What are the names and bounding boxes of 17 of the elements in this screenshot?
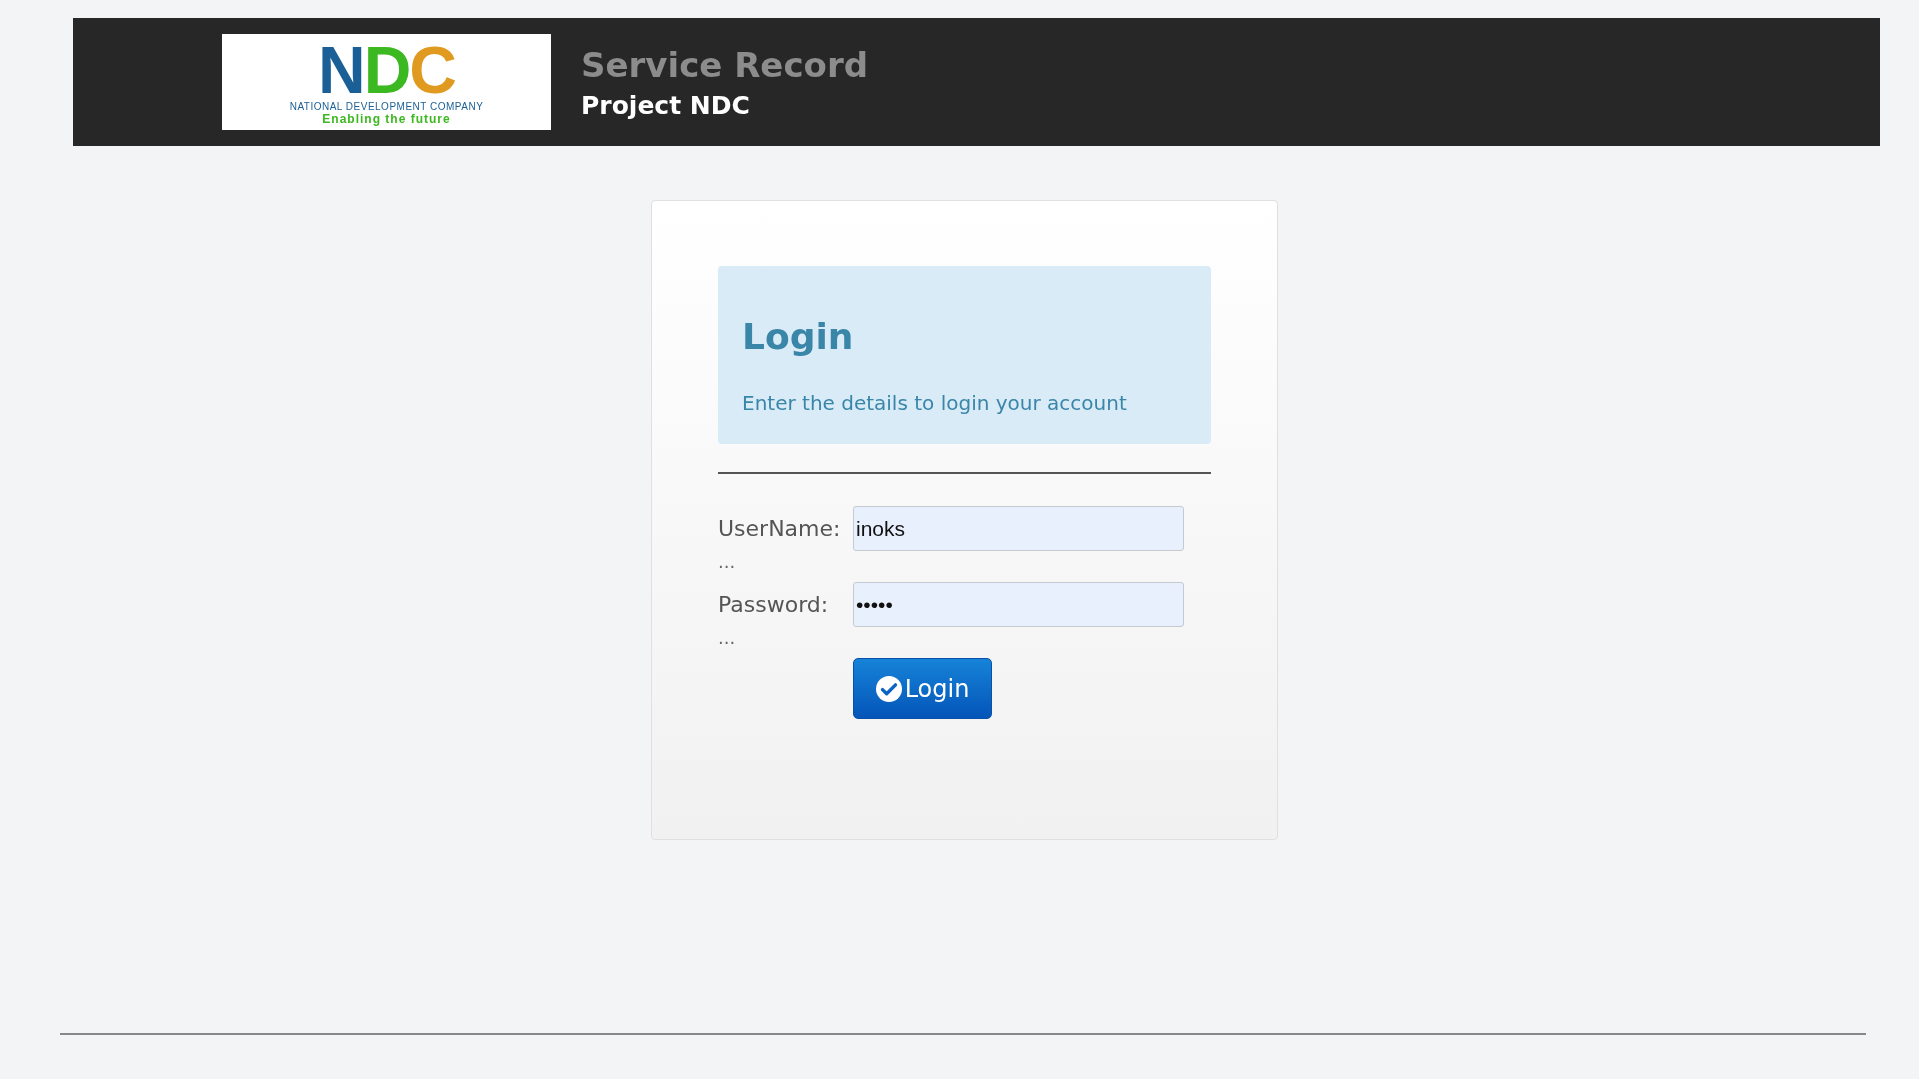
site-subtitle: Project NDC	[581, 90, 751, 120]
logo-company-name: NATIONAL DEVELOPMENT COMPANY	[289, 101, 484, 112]
field-label: UserName:	[718, 516, 842, 541]
field-note: ...	[718, 627, 736, 650]
login-button[interactable]: Login	[853, 658, 992, 719]
field-label: Password:	[718, 592, 830, 617]
login-heading: Login	[742, 316, 855, 357]
input-field[interactable]: •••••	[853, 582, 1184, 627]
site-title: Service Record	[581, 44, 869, 85]
field-note: ...	[718, 551, 736, 574]
input-field[interactable]: inoks	[853, 506, 1184, 551]
check-circle-icon	[875, 675, 902, 702]
logo-tagline: Enabling the future	[322, 112, 451, 126]
logo-letter: D	[363, 39, 410, 101]
logo-letter: N	[318, 39, 364, 101]
login-description: Enter the details to login your account	[742, 391, 1128, 415]
logo-letter: C	[409, 39, 455, 101]
